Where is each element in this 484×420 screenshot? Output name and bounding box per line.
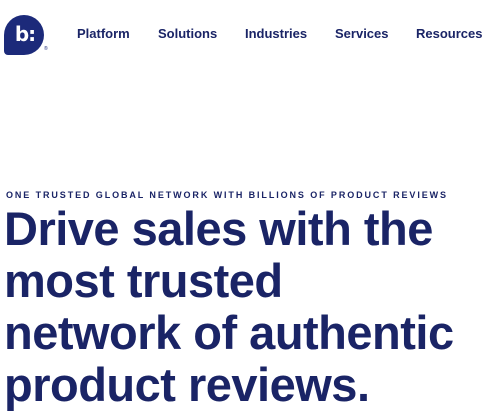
site-header: b: ® Platform Solutions Industries Servi… <box>0 0 484 70</box>
nav-item-solutions[interactable]: Solutions <box>158 24 217 44</box>
nav-item-services[interactable]: Services <box>335 24 389 44</box>
nav-item-platform[interactable]: Platform <box>77 24 130 44</box>
nav-item-industries[interactable]: Industries <box>245 24 307 44</box>
nav-item-resources[interactable]: Resources <box>416 24 482 44</box>
headline-line: product reviews. <box>4 358 370 411</box>
main-nav: Platform Solutions Industries Services R… <box>0 24 484 44</box>
headline-line: network of authentic <box>4 306 454 359</box>
hero-headline: Drive sales with the most trusted networ… <box>4 203 484 411</box>
registered-mark: ® <box>44 46 48 52</box>
headline-line: Drive sales with the <box>4 202 433 255</box>
hero-eyebrow: ONE TRUSTED GLOBAL NETWORK WITH BILLIONS… <box>6 190 448 200</box>
headline-line: most trusted <box>4 254 283 307</box>
